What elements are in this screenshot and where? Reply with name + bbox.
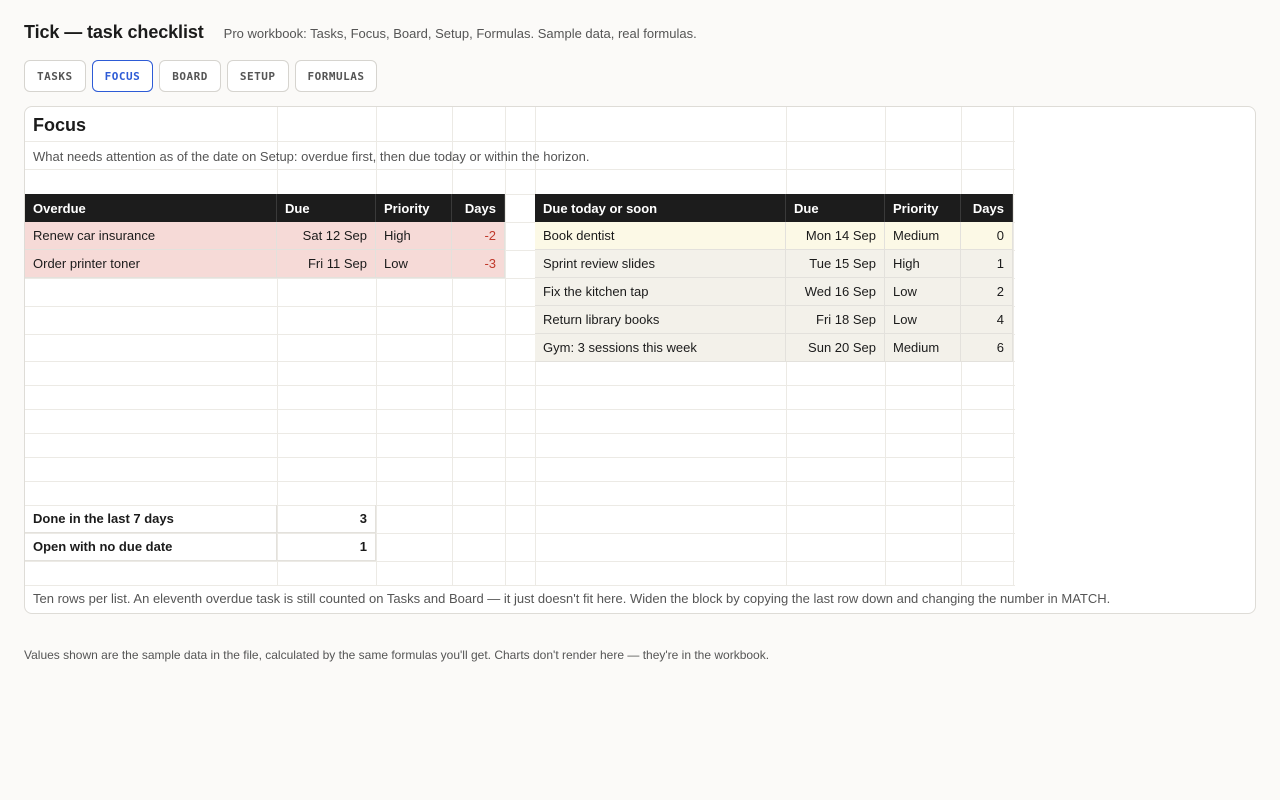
task-due: Fri 11 Sep <box>277 250 376 277</box>
overdue-header-row: Overdue Due Priority Days <box>25 194 505 222</box>
task-days: 6 <box>961 334 1013 361</box>
task-name: Fix the kitchen tap <box>535 278 786 305</box>
table-row[interactable]: Gym: 3 sessions this week Sun 20 Sep Med… <box>535 334 1013 362</box>
table-row[interactable]: Sprint review slides Tue 15 Sep High 1 <box>535 250 1013 278</box>
sheet-tabs: TASKS FOCUS BOARD SETUP FORMULAS <box>24 60 378 92</box>
task-due: Mon 14 Sep <box>786 222 885 249</box>
tab-board[interactable]: BOARD <box>159 60 221 92</box>
app-title: Tick — task checklist <box>24 22 204 42</box>
tab-focus[interactable]: FOCUS <box>91 60 154 92</box>
task-priority: Low <box>885 306 961 333</box>
table-row[interactable]: Fix the kitchen tap Wed 16 Sep Low 2 <box>535 278 1013 306</box>
table-row[interactable]: Book dentist Mon 14 Sep Medium 0 <box>535 222 1013 250</box>
soon-header-row: Due today or soon Due Priority Days <box>535 194 1013 222</box>
task-priority: Medium <box>885 222 961 249</box>
tab-formulas[interactable]: FORMULAS <box>294 60 378 92</box>
page-header: Tick — task checklist Pro workbook: Task… <box>24 22 697 44</box>
task-name: Book dentist <box>535 222 786 249</box>
overdue-table: Overdue Due Priority Days Renew car insu… <box>25 194 505 278</box>
sheet-note: Ten rows per list. An eleventh overdue t… <box>33 591 1111 606</box>
overdue-col-days: Days <box>452 194 505 222</box>
task-due: Sun 20 Sep <box>786 334 885 361</box>
task-days: 1 <box>961 250 1013 277</box>
task-days: -3 <box>452 250 505 277</box>
task-days: 0 <box>961 222 1013 249</box>
summary-value: 1 <box>277 533 376 560</box>
overdue-col-priority: Priority <box>376 194 452 222</box>
task-priority: Medium <box>885 334 961 361</box>
task-days: 2 <box>961 278 1013 305</box>
task-days: -2 <box>452 222 505 249</box>
due-soon-table: Due today or soon Due Priority Days Book… <box>535 194 1013 362</box>
task-name: Gym: 3 sessions this week <box>535 334 786 361</box>
page-footer: Values shown are the sample data in the … <box>24 648 770 662</box>
task-priority: Low <box>376 250 452 277</box>
task-due: Sat 12 Sep <box>277 222 376 249</box>
task-name: Sprint review slides <box>535 250 786 277</box>
task-due: Wed 16 Sep <box>786 278 885 305</box>
soon-col-days: Days <box>961 194 1013 222</box>
summary-row-done: Done in the last 7 days 3 <box>25 505 376 533</box>
task-due: Fri 18 Sep <box>786 306 885 333</box>
sheet-description: What needs attention as of the date on S… <box>33 149 590 164</box>
overdue-col-task: Overdue <box>25 194 277 222</box>
task-priority: High <box>885 250 961 277</box>
overdue-col-due: Due <box>277 194 376 222</box>
summary-row-no-date: Open with no due date 1 <box>25 533 376 561</box>
soon-col-priority: Priority <box>885 194 961 222</box>
summary-label: Done in the last 7 days <box>25 505 277 532</box>
tab-tasks[interactable]: TASKS <box>24 60 86 92</box>
summary-value: 3 <box>277 505 376 532</box>
summary-label: Open with no due date <box>25 533 277 560</box>
summary-block: Done in the last 7 days 3 Open with no d… <box>25 505 376 561</box>
table-row[interactable]: Order printer toner Fri 11 Sep Low -3 <box>25 250 505 278</box>
task-priority: Low <box>885 278 961 305</box>
soon-col-task: Due today or soon <box>535 194 786 222</box>
sheet-title: Focus <box>33 115 87 135</box>
tab-setup[interactable]: SETUP <box>226 60 289 92</box>
task-days: 4 <box>961 306 1013 333</box>
focus-sheet: Focus What needs attention as of the dat… <box>24 106 1256 614</box>
task-due: Tue 15 Sep <box>786 250 885 277</box>
task-name: Renew car insurance <box>25 222 277 249</box>
app-subtitle: Pro workbook: Tasks, Focus, Board, Setup… <box>223 26 697 41</box>
table-row[interactable]: Renew car insurance Sat 12 Sep High -2 <box>25 222 505 250</box>
task-name: Return library books <box>535 306 786 333</box>
soon-col-due: Due <box>786 194 885 222</box>
table-row[interactable]: Return library books Fri 18 Sep Low 4 <box>535 306 1013 334</box>
task-name: Order printer toner <box>25 250 277 277</box>
task-priority: High <box>376 222 452 249</box>
